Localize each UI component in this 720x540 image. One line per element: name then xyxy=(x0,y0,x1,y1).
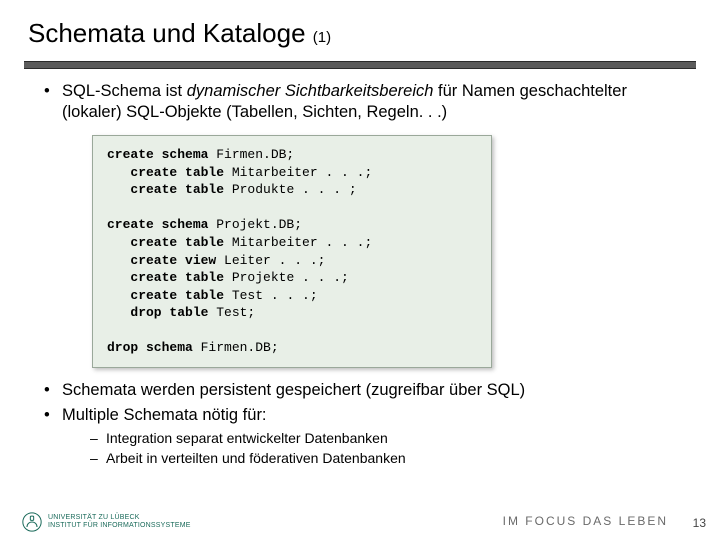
code-text: Projekte . . .; xyxy=(224,270,349,285)
code-kw: create schema xyxy=(107,147,208,162)
code-text: Firmen.DB; xyxy=(193,340,279,355)
code-kw: create schema xyxy=(107,217,208,232)
code-text: Mitarbeiter . . .; xyxy=(224,165,372,180)
text-italic: dynamischer Sichtbarkeitsbereich xyxy=(187,82,434,100)
text: Schemata werden persistent gespeichert (… xyxy=(62,381,525,399)
code-kw: create table xyxy=(107,235,224,250)
code-text: Produkte . . . ; xyxy=(224,182,357,197)
footer: UNIVERSITÄT ZU LÜBECK INSTITUT FÜR INFOR… xyxy=(0,504,720,540)
code-text: Test; xyxy=(208,305,255,320)
code-text: Projekt.DB; xyxy=(208,217,302,232)
list-item: Multiple Schemata nötig für: Integration… xyxy=(44,405,686,468)
sub-list: Integration separat entwickelter Datenba… xyxy=(90,430,686,468)
sub-list-item: Arbeit in verteilten und föderativen Dat… xyxy=(90,450,686,468)
sub-list-item: Integration separat entwickelter Datenba… xyxy=(90,430,686,448)
bullet-list: Schemata werden persistent gespeichert (… xyxy=(44,380,686,468)
slide: Schemata und Kataloge (1) SQL-Schema ist… xyxy=(0,0,720,540)
code-text: Test . . .; xyxy=(224,288,318,303)
title-main: Schemata und Kataloge xyxy=(28,18,306,48)
code-text: Leiter . . .; xyxy=(216,253,325,268)
list-item: SQL-Schema ist dynamischer Sichtbarkeits… xyxy=(44,81,686,123)
page-number: 13 xyxy=(693,516,706,530)
code-block: create schema Firmen.DB; create table Mi… xyxy=(92,135,492,368)
logo-line1: UNIVERSITÄT ZU LÜBECK xyxy=(48,514,140,521)
code-kw: create table xyxy=(107,288,224,303)
code-kw: create table xyxy=(107,165,224,180)
list-item: Schemata werden persistent gespeichert (… xyxy=(44,380,686,401)
title-sub: (1) xyxy=(313,29,331,46)
text: Arbeit in verteilten und föderativen Dat… xyxy=(106,450,406,466)
content-area: SQL-Schema ist dynamischer Sichtbarkeits… xyxy=(0,69,720,468)
logo-text: UNIVERSITÄT ZU LÜBECK INSTITUT FÜR INFOR… xyxy=(48,514,191,529)
code-kw: drop schema xyxy=(107,340,193,355)
text: Multiple Schemata nötig für: xyxy=(62,406,267,424)
university-logo: UNIVERSITÄT ZU LÜBECK INSTITUT FÜR INFOR… xyxy=(22,512,191,532)
text: SQL-Schema ist xyxy=(62,82,187,100)
logo-icon xyxy=(22,512,42,532)
title-area: Schemata und Kataloge (1) xyxy=(0,0,720,55)
text: Integration separat entwickelter Datenba… xyxy=(106,430,388,446)
title-rule xyxy=(24,61,696,69)
code-kw: create table xyxy=(107,270,224,285)
bullet-list: SQL-Schema ist dynamischer Sichtbarkeits… xyxy=(44,81,686,123)
code-kw: create table xyxy=(107,182,224,197)
logo-line2: INSTITUT FÜR INFORMATIONSSYSTEME xyxy=(48,522,191,529)
code-text: Mitarbeiter . . .; xyxy=(224,235,372,250)
code-text: Firmen.DB; xyxy=(208,147,294,162)
code-kw: drop table xyxy=(107,305,208,320)
tagline: IM FOCUS DAS LEBEN xyxy=(503,514,668,528)
slide-title: Schemata und Kataloge (1) xyxy=(28,18,331,48)
code-kw: create view xyxy=(107,253,216,268)
